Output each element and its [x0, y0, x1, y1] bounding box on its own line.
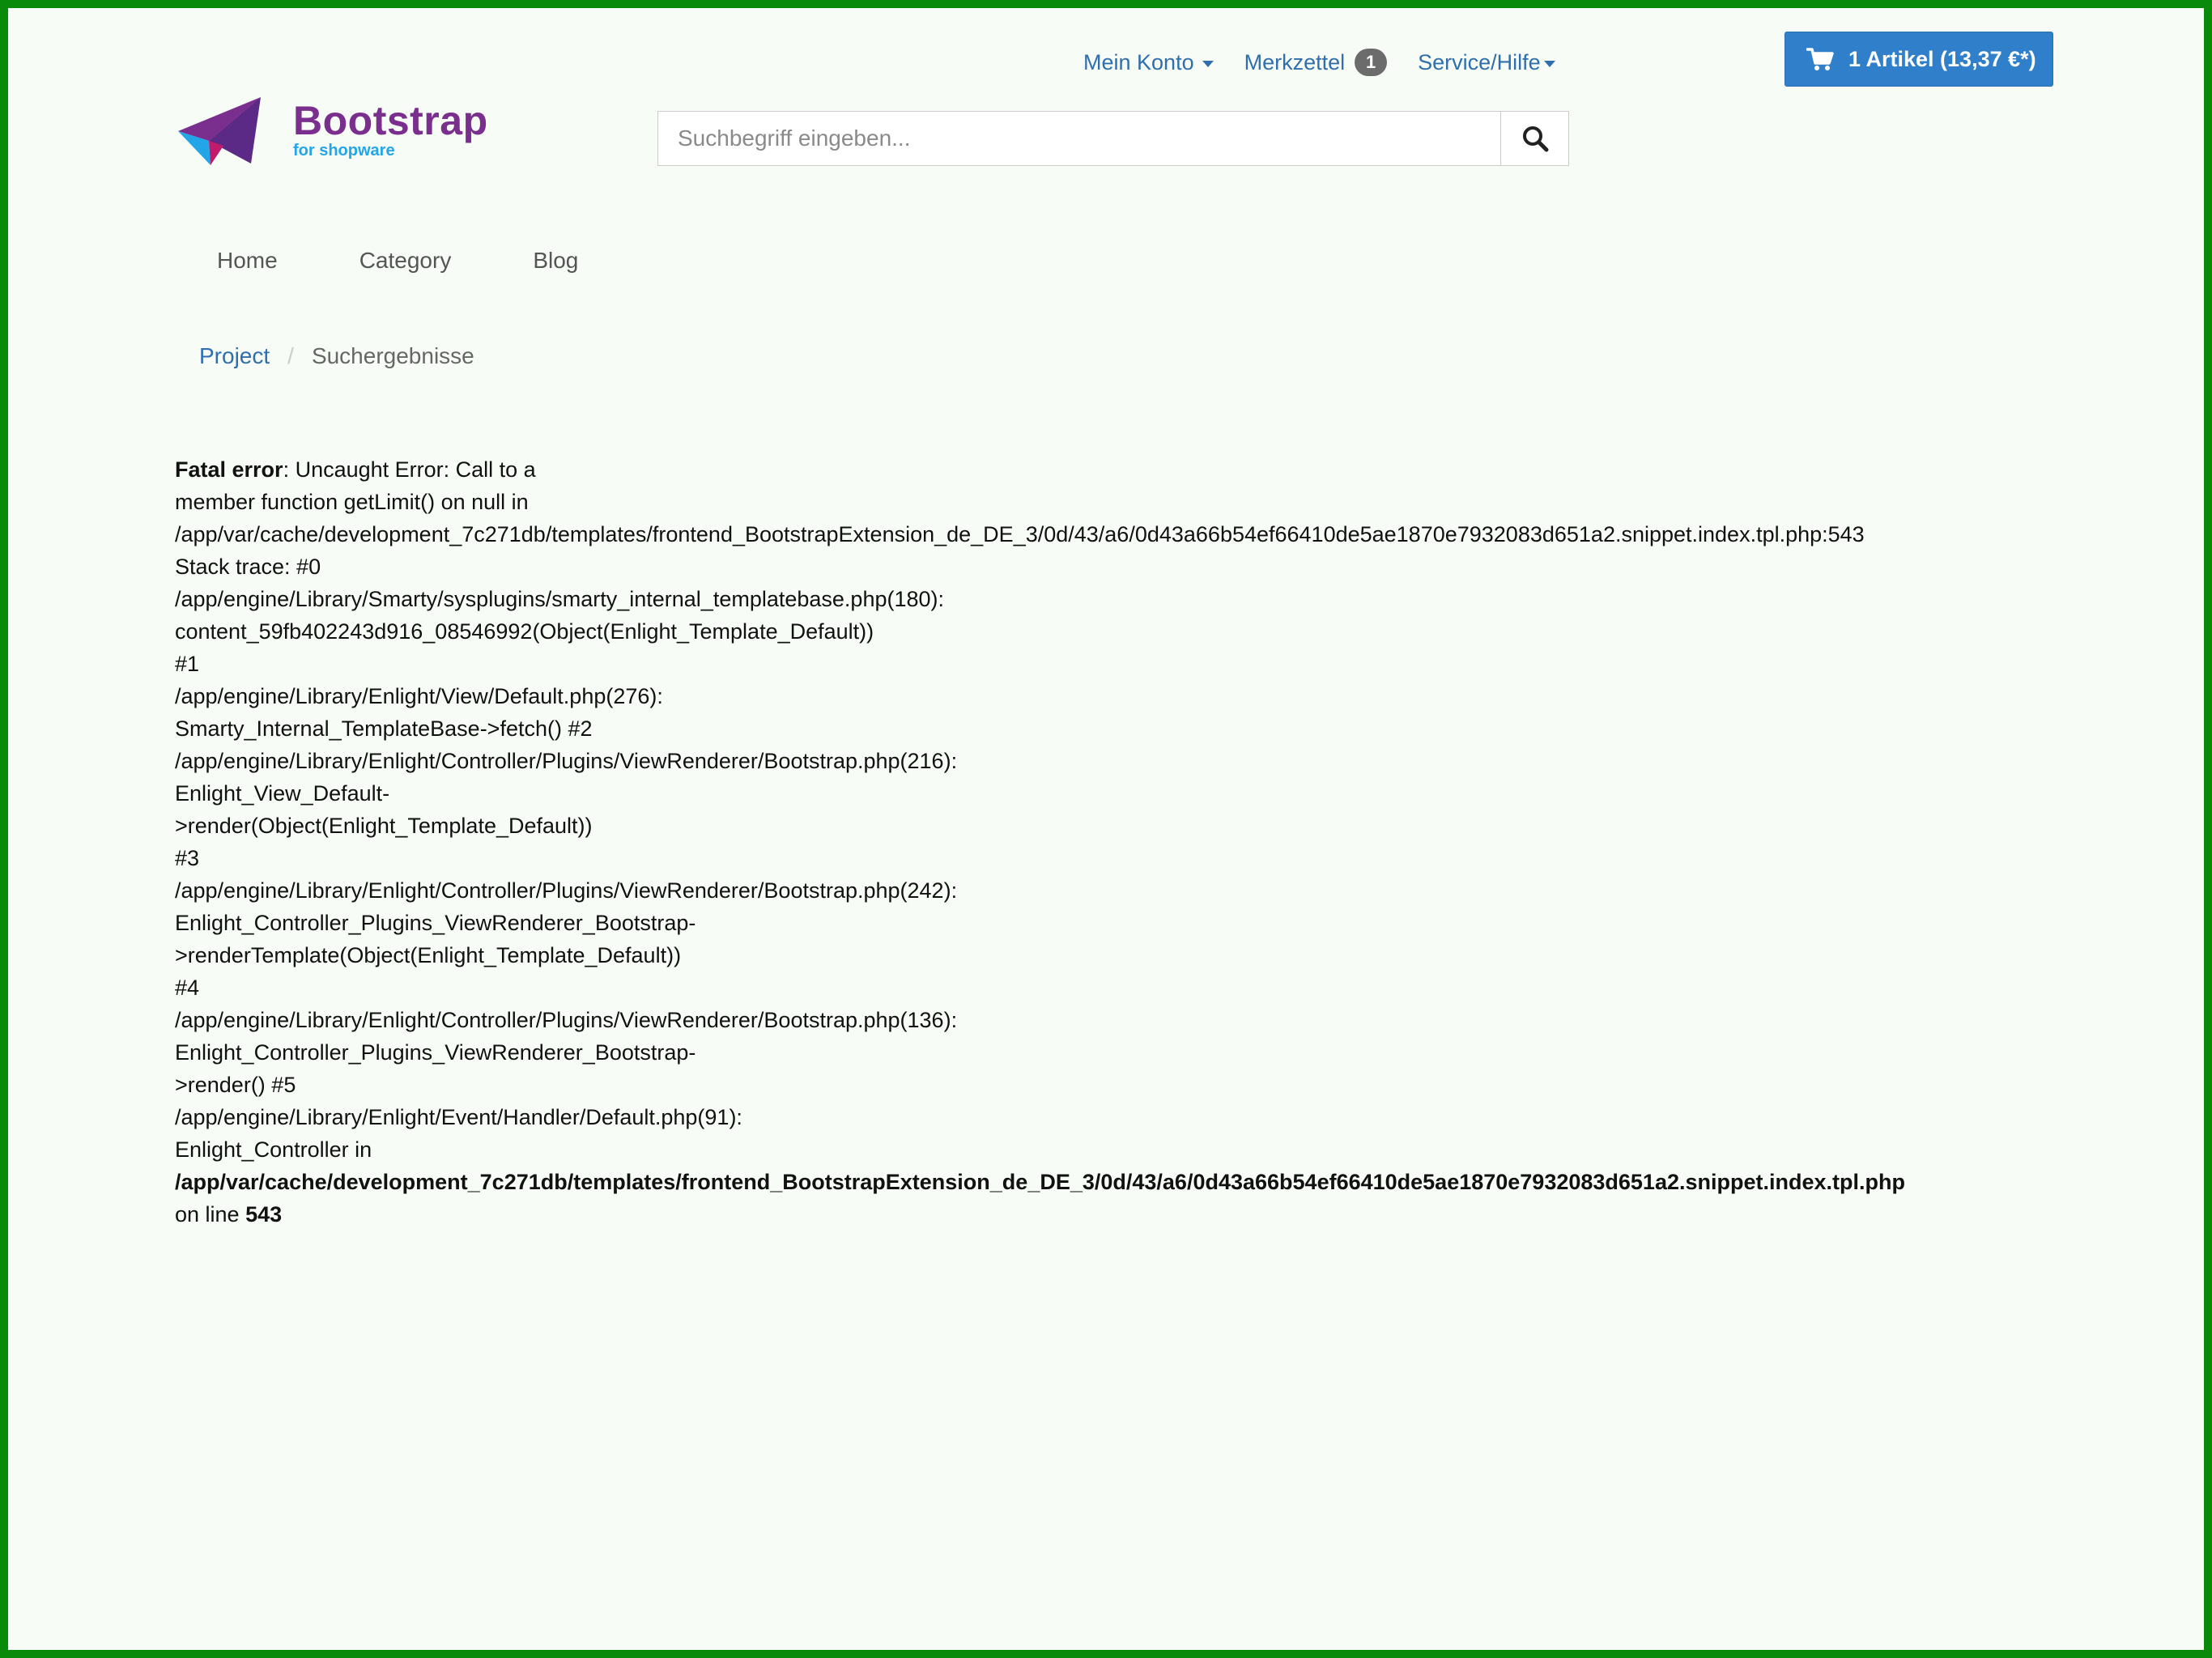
- error-line: Enlight_Controller in: [175, 1137, 372, 1162]
- cart-button[interactable]: 1 Artikel (13,37 €*): [1784, 32, 2053, 87]
- shop-logo[interactable]: Bootstrap for shopware: [175, 89, 515, 170]
- shopping-cart-icon: [1806, 48, 1834, 70]
- top-links: Mein Konto Merkzettel 1 Service/Hilfe: [1083, 44, 1555, 81]
- paper-plane-logo: [178, 97, 261, 165]
- error-text: : Uncaught Error: Call to a: [283, 457, 536, 482]
- error-line-number: 543: [245, 1202, 283, 1226]
- nav-item-category[interactable]: Category: [359, 248, 452, 274]
- caret-down-icon: [1543, 60, 1555, 67]
- error-line: /app/var/cache/development_7c271db/templ…: [175, 522, 1865, 546]
- search-input[interactable]: [658, 112, 1500, 165]
- error-line: /app/var/cache/development_7c271db/templ…: [175, 1166, 1905, 1198]
- logo-text: Bootstrap for shopware: [293, 100, 488, 159]
- page-frame: Mein Konto Merkzettel 1 Service/Hilfe 1 …: [0, 0, 2212, 1658]
- error-line: Fatal error: Uncaught Error: Call to a: [175, 453, 1905, 486]
- service-menu-label: Service/Hilfe: [1418, 49, 1541, 74]
- main-nav: Home Category Blog: [217, 248, 578, 274]
- error-line: /app/engine/Library/Enlight/Controller/P…: [175, 1008, 958, 1032]
- breadcrumb: Project / Suchergebnisse: [199, 343, 474, 369]
- error-line: /app/engine/Library/Enlight/View/Default…: [175, 684, 663, 708]
- error-file-path: /app/var/cache/development_7c271db/templ…: [175, 1170, 1905, 1194]
- account-menu[interactable]: Mein Konto: [1083, 50, 1214, 75]
- error-line: Stack trace: #0: [175, 555, 321, 579]
- error-line: /app/engine/Library/Enlight/Event/Handle…: [175, 1105, 742, 1129]
- wishlist-count-badge: 1: [1355, 49, 1388, 76]
- nav-item-home[interactable]: Home: [217, 248, 278, 274]
- error-line: Enlight_Controller_Plugins_ViewRenderer_…: [175, 911, 696, 935]
- error-line: /app/engine/Library/Enlight/Controller/P…: [175, 878, 958, 903]
- error-title: Fatal error: [175, 457, 283, 482]
- caret-down-icon: [1202, 60, 1214, 67]
- error-line: >render() #5: [175, 1073, 296, 1097]
- search-button[interactable]: [1500, 112, 1568, 165]
- breadcrumb-separator: /: [287, 343, 294, 368]
- breadcrumb-item-project[interactable]: Project: [199, 343, 270, 369]
- error-line: #3: [175, 846, 200, 870]
- logo-subtitle: for shopware: [293, 142, 395, 159]
- wishlist-link[interactable]: Merkzettel 1: [1244, 49, 1388, 76]
- nav-item-blog[interactable]: Blog: [533, 248, 578, 274]
- error-line: >renderTemplate(Object(Enlight_Template_…: [175, 943, 682, 967]
- breadcrumb-item-current: Suchergebnisse: [311, 343, 474, 368]
- error-line: /app/engine/Library/Enlight/Controller/P…: [175, 749, 958, 773]
- error-line: Smarty_Internal_TemplateBase->fetch() #2: [175, 716, 593, 741]
- cart-label: 1 Artikel (13,37 €*): [1848, 46, 2036, 71]
- error-line: content_59fb402243d916_08546992(Object(E…: [175, 619, 874, 644]
- account-menu-label: Mein Konto: [1083, 49, 1194, 74]
- search-bar: [657, 111, 1569, 166]
- search-icon: [1522, 126, 1548, 152]
- service-menu[interactable]: Service/Hilfe: [1418, 50, 1555, 75]
- logo-title: Bootstrap: [293, 98, 488, 143]
- error-line: member function getLimit() on null in: [175, 490, 529, 514]
- error-line: Enlight_Controller_Plugins_ViewRenderer_…: [175, 1040, 696, 1065]
- error-line: Enlight_View_Default-: [175, 781, 390, 806]
- error-message: Fatal error: Uncaught Error: Call to a m…: [175, 453, 1905, 1231]
- error-line: /app/engine/Library/Smarty/sysplugins/sm…: [175, 587, 945, 611]
- error-line: on line 543: [175, 1198, 1905, 1231]
- wishlist-label: Merkzettel: [1244, 49, 1346, 74]
- error-on-line-label: on line: [175, 1202, 246, 1226]
- error-line: #1: [175, 652, 200, 676]
- error-line: #4: [175, 976, 200, 1000]
- error-line: >render(Object(Enlight_Template_Default)…: [175, 814, 593, 838]
